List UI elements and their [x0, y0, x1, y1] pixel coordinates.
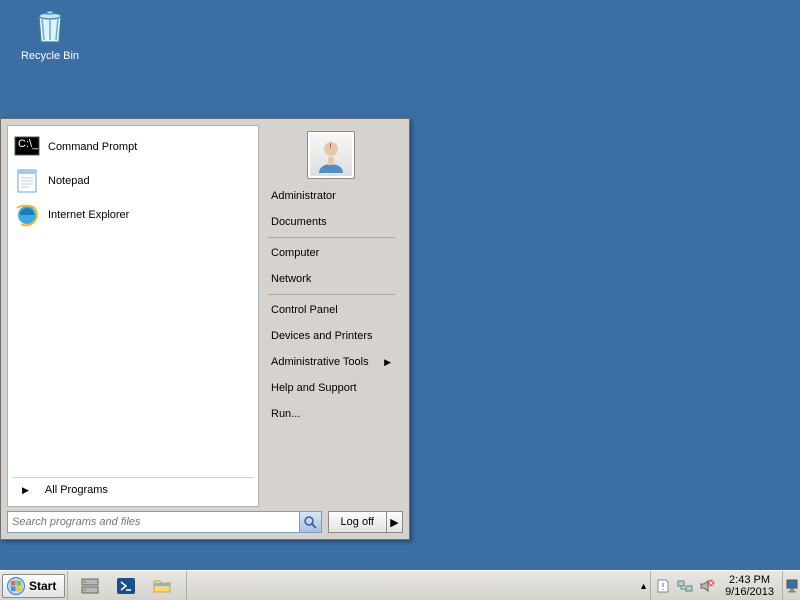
- ritem-administrator[interactable]: Administrator: [267, 183, 395, 209]
- ie-icon: [14, 202, 40, 228]
- search-input[interactable]: [8, 512, 299, 532]
- server-icon: [79, 575, 101, 597]
- chevron-right-icon: ▶: [384, 357, 391, 368]
- ritem-admin-tools[interactable]: Administrative Tools▶: [267, 349, 395, 375]
- prog-label: Internet Explorer: [48, 209, 129, 221]
- show-desktop-button[interactable]: [782, 571, 800, 600]
- start-menu-right: Administrator Documents Computer Network…: [259, 125, 403, 507]
- prog-command-prompt[interactable]: C:\_ Command Prompt: [12, 130, 254, 164]
- ritem-control-panel[interactable]: Control Panel: [267, 297, 395, 323]
- tray-volume-icon[interactable]: [699, 578, 715, 594]
- ql-explorer[interactable]: [144, 574, 180, 598]
- ql-powershell[interactable]: [108, 574, 144, 598]
- taskbar-clock[interactable]: 2:43 PM 9/16/2013: [721, 574, 778, 598]
- logoff-button[interactable]: Log off: [328, 511, 387, 533]
- windows-icon: [7, 577, 25, 595]
- chevron-right-icon: ▶: [390, 516, 398, 529]
- ritem-run[interactable]: Run...: [267, 401, 395, 427]
- user-avatar[interactable]: [307, 131, 355, 179]
- notepad-icon: [14, 168, 40, 194]
- clock-time: 2:43 PM: [725, 574, 774, 586]
- recycle-bin[interactable]: Recycle Bin: [12, 6, 88, 63]
- tray-action-center-icon[interactable]: [655, 578, 671, 594]
- separator: [267, 237, 395, 238]
- ritem-documents[interactable]: Documents: [267, 209, 395, 235]
- tray-network-icon[interactable]: [677, 578, 693, 594]
- logoff-dropdown[interactable]: ▶: [387, 511, 403, 533]
- quick-launch: [67, 571, 184, 600]
- system-tray: 2:43 PM 9/16/2013: [650, 571, 782, 600]
- svg-text:C:\_: C:\_: [18, 138, 39, 150]
- powershell-icon: [115, 575, 137, 597]
- start-menu: C:\_ Command Prompt Notepad Internet Exp…: [0, 118, 410, 540]
- prog-notepad[interactable]: Notepad: [12, 164, 254, 198]
- prog-internet-explorer[interactable]: Internet Explorer: [12, 198, 254, 232]
- start-button[interactable]: Start: [2, 574, 65, 598]
- recycle-bin-label: Recycle Bin: [12, 50, 88, 63]
- prog-label: Command Prompt: [48, 141, 137, 153]
- prog-label: Notepad: [48, 175, 90, 187]
- recycle-bin-icon: [29, 6, 71, 48]
- all-programs[interactable]: ▶ All Programs: [12, 477, 254, 502]
- search-button[interactable]: [299, 512, 321, 532]
- user-icon: [311, 135, 351, 175]
- desktop-icon: [786, 579, 798, 593]
- ql-server-manager[interactable]: [72, 574, 108, 598]
- ritem-help-support[interactable]: Help and Support: [267, 375, 395, 401]
- tray-expand[interactable]: ▲: [637, 581, 650, 591]
- folder-icon: [151, 575, 173, 597]
- all-programs-label: All Programs: [45, 484, 108, 496]
- search-icon: [303, 515, 317, 529]
- start-label: Start: [29, 579, 56, 593]
- clock-date: 9/16/2013: [725, 586, 774, 598]
- ritem-devices-printers[interactable]: Devices and Printers: [267, 323, 395, 349]
- desktop[interactable]: Recycle Bin C:\_ Command Prompt Notepad …: [0, 0, 800, 570]
- taskbar: Start ▲ 2:43 PM 9/16/2013: [0, 570, 800, 600]
- cmd-icon: C:\_: [14, 134, 40, 160]
- start-menu-left: C:\_ Command Prompt Notepad Internet Exp…: [7, 125, 259, 507]
- search-box: [7, 511, 322, 533]
- triangle-icon: ▶: [22, 485, 29, 496]
- ritem-network[interactable]: Network: [267, 266, 395, 292]
- separator: [267, 294, 395, 295]
- ritem-computer[interactable]: Computer: [267, 240, 395, 266]
